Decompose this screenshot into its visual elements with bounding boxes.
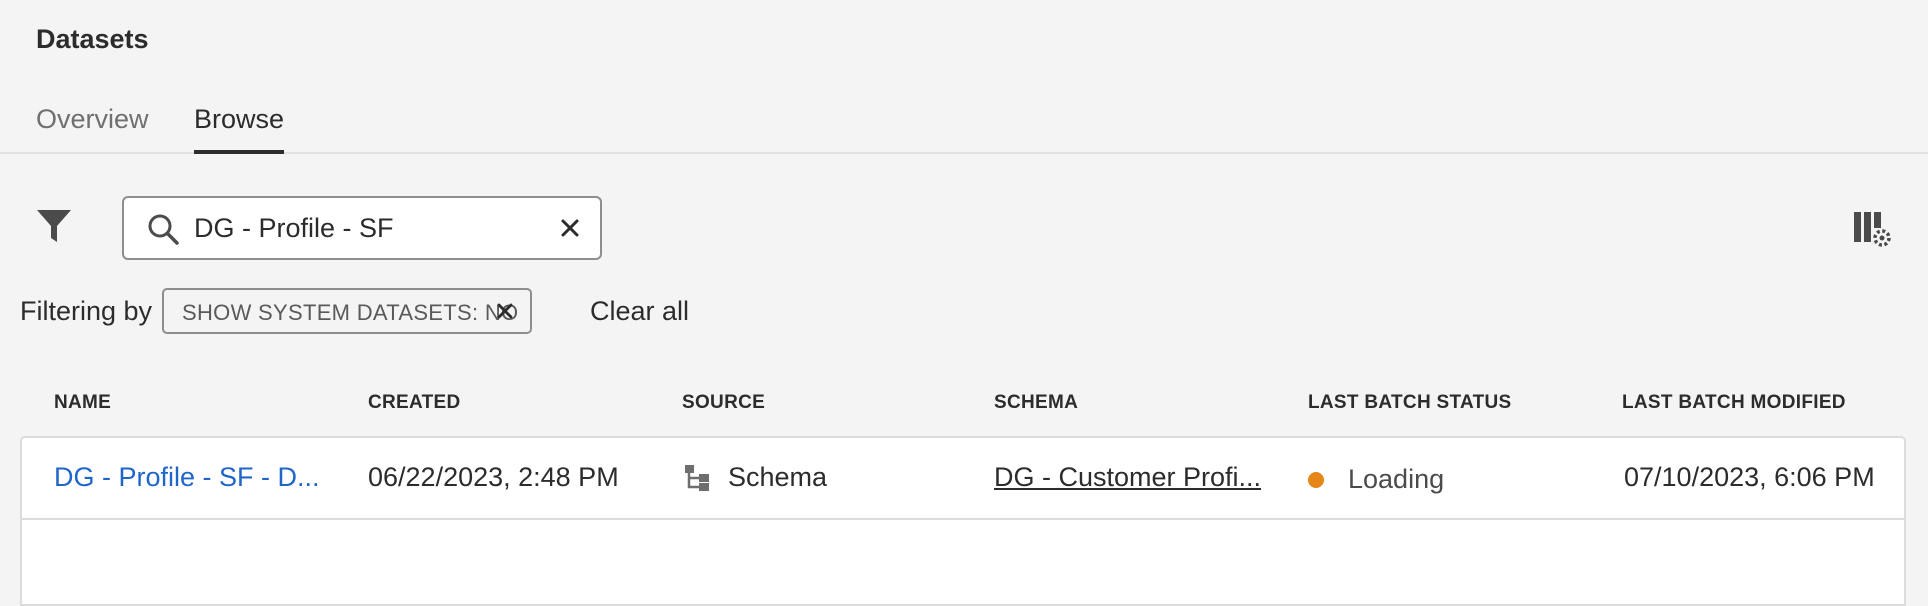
column-header-name[interactable]: NAME xyxy=(54,392,111,414)
schema-icon xyxy=(685,465,709,491)
source-label: Schema xyxy=(728,462,828,492)
tab-bar: Overview Browse xyxy=(0,96,1928,154)
column-settings-icon xyxy=(1854,212,1891,247)
created-date: 06/22/2023, 2:48 PM xyxy=(368,462,619,492)
dataset-name-link[interactable]: DG - Profile - SF - D... xyxy=(54,462,320,493)
filter-chip: SHOW SYSTEM DATASETS: NO xyxy=(162,288,532,334)
datasets-table: DG - Profile - SF - D... 06/22/2023, 2:4… xyxy=(20,436,1906,606)
filter-chip-label: SHOW SYSTEM DATASETS: NO xyxy=(182,300,519,325)
remove-filter-icon[interactable] xyxy=(496,302,514,320)
column-header-schema[interactable]: SCHEMA xyxy=(994,392,1078,414)
search-input[interactable] xyxy=(194,208,534,248)
page-title: Datasets xyxy=(36,24,149,54)
column-header-source[interactable]: SOURCE xyxy=(682,392,765,414)
search-box xyxy=(122,196,602,260)
search-icon xyxy=(148,214,179,245)
status-label: Loading xyxy=(1348,464,1445,494)
tab-overview[interactable]: Overview xyxy=(36,104,149,152)
filter-toggle-button[interactable] xyxy=(34,206,74,246)
table-row[interactable]: DG - Profile - SF - D... 06/22/2023, 2:4… xyxy=(22,438,1904,520)
tab-browse[interactable]: Browse xyxy=(194,104,285,154)
column-header-last-batch-modified[interactable]: LAST BATCH MODIFIED xyxy=(1622,392,1846,414)
clear-search-icon[interactable] xyxy=(558,216,582,240)
filtering-by-label: Filtering by xyxy=(20,296,153,326)
last-modified-date: 07/10/2023, 6:06 PM xyxy=(1624,462,1875,492)
schema-link[interactable]: DG - Customer Profi... xyxy=(994,462,1261,493)
status-dot-icon xyxy=(1308,472,1324,488)
clear-all-button[interactable]: Clear all xyxy=(590,296,689,327)
filter-icon xyxy=(37,210,71,242)
column-header-created[interactable]: CREATED xyxy=(368,392,461,414)
column-header-last-batch-status[interactable]: LAST BATCH STATUS xyxy=(1308,392,1512,414)
column-settings-button[interactable] xyxy=(1852,208,1892,248)
